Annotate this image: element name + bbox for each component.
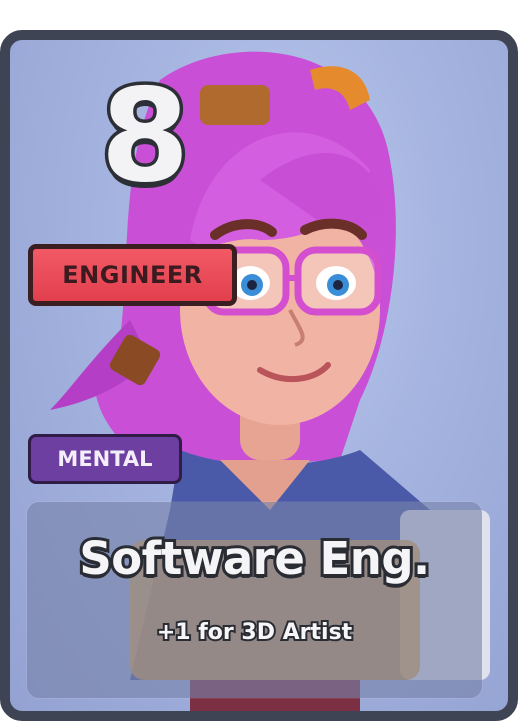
game-card[interactable]: 8 ENGINEER MENTAL Software Eng. +1 for 3… — [0, 30, 518, 721]
card-name: Software Eng. — [76, 529, 433, 588]
card-info-panel: Software Eng. +1 for 3D Artist — [27, 502, 482, 698]
card-effect-text: +1 for 3D Artist — [155, 618, 354, 647]
card-cost: 8 — [97, 59, 193, 215]
cost-badge: 8 — [80, 59, 210, 215]
class-tag: ENGINEER — [28, 244, 237, 306]
type-tag: MENTAL — [28, 434, 182, 484]
